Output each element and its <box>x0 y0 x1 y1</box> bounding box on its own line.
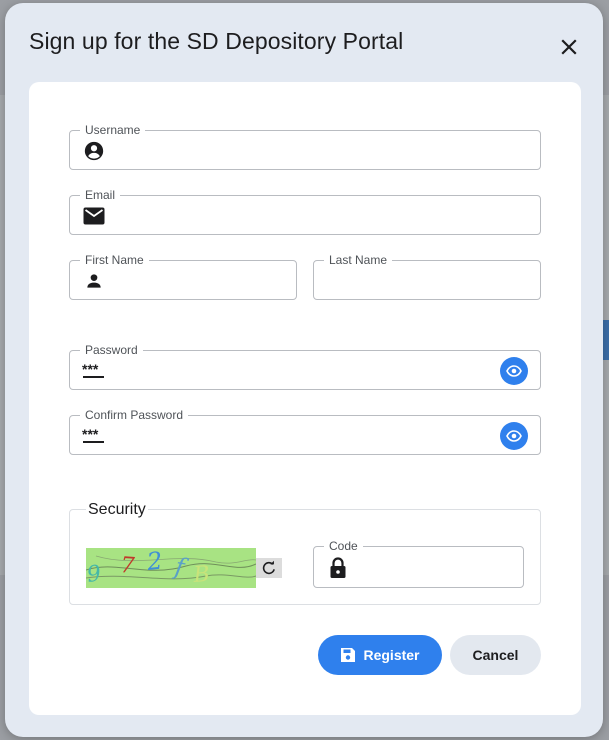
captcha-image: 972fB <box>86 548 256 588</box>
dialog-title: Sign up for the SD Depository Portal <box>29 28 404 54</box>
cancel-button[interactable]: Cancel <box>450 635 541 675</box>
person-icon <box>82 270 106 292</box>
refresh-icon <box>262 560 275 575</box>
svg-text:***: *** <box>82 363 99 377</box>
confirm-password-input[interactable] <box>114 416 492 456</box>
email-field[interactable]: Email <box>69 188 541 236</box>
lock-icon <box>326 557 350 579</box>
save-icon <box>341 648 356 662</box>
email-input[interactable] <box>114 196 492 236</box>
close-icon <box>561 39 577 55</box>
password-field[interactable]: Password *** <box>69 343 541 391</box>
refresh-captcha-button[interactable] <box>256 558 282 578</box>
password-icon: *** <box>82 360 106 382</box>
form-card <box>29 82 581 715</box>
mail-icon <box>82 205 106 227</box>
register-button[interactable]: Register <box>318 635 442 675</box>
password-input[interactable] <box>114 351 492 391</box>
username-field[interactable]: Username <box>69 123 541 171</box>
captcha-glyph: B <box>192 562 211 588</box>
eye-icon <box>506 365 522 377</box>
background-accent <box>603 320 609 360</box>
security-title: Security <box>86 501 148 519</box>
code-label: Code <box>324 539 363 553</box>
confirm-password-field[interactable]: Confirm Password *** <box>69 408 541 456</box>
captcha-glyph: 7 <box>120 553 136 579</box>
svg-text:***: *** <box>82 428 99 442</box>
first-name-input[interactable] <box>114 261 288 301</box>
captcha-glyph: 9 <box>86 561 103 588</box>
username-input[interactable] <box>114 131 492 171</box>
close-button[interactable] <box>555 33 583 61</box>
last-name-field[interactable]: Last Name <box>313 253 541 301</box>
password-icon: *** <box>82 425 106 447</box>
code-field[interactable]: Code <box>313 539 524 588</box>
account-circle-icon <box>82 140 106 162</box>
register-label: Register <box>363 647 420 663</box>
captcha-glyph: f <box>171 552 191 582</box>
code-input[interactable] <box>358 547 515 587</box>
toggle-password-visibility-button[interactable] <box>500 357 528 385</box>
toggle-confirm-password-visibility-button[interactable] <box>500 422 528 450</box>
cancel-label: Cancel <box>472 647 519 663</box>
eye-icon <box>506 430 522 442</box>
captcha-glyph: 2 <box>145 548 164 576</box>
last-name-input[interactable] <box>326 261 532 301</box>
first-name-field[interactable]: First Name <box>69 253 297 301</box>
